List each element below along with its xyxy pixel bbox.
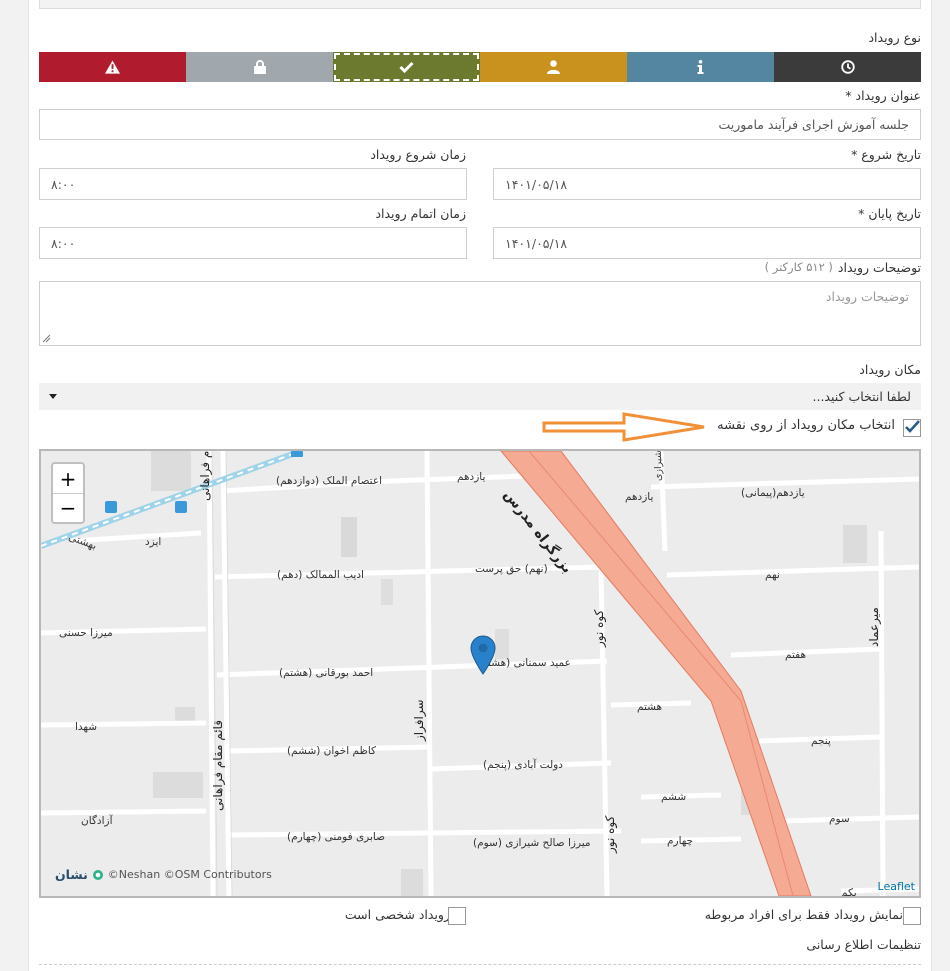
street-label: قائم مقام فراهانی <box>211 720 225 811</box>
caret-down-icon <box>49 394 57 399</box>
event-type-done[interactable] <box>333 52 480 82</box>
street-label: میرزا صالح شیرازی (سوم) <box>473 837 591 849</box>
leaflet-link[interactable]: Leaflet <box>878 880 915 893</box>
street-label: پنجم <box>811 735 831 747</box>
map[interactable]: اعتصام الملک (دوازدهم) یازدهم یازدهم یاز… <box>39 449 921 898</box>
clock-icon <box>840 60 855 74</box>
map-zoom-control: + − <box>51 462 85 524</box>
street-label: سوم <box>829 813 850 825</box>
street-label: احمد بورقانی (هشتم) <box>279 667 374 679</box>
previous-field-stub <box>39 0 921 9</box>
neshan-logo-icon <box>92 869 103 880</box>
event-title-input[interactable]: جلسه آموزش اجرای فرآیند ماموریت <box>39 109 921 140</box>
street-label: کاظم اخوان (ششم) <box>287 745 377 757</box>
street-label: یازدهم <box>625 491 654 503</box>
event-type-time[interactable] <box>774 52 921 82</box>
location-select[interactable]: لطفا انتخاب کنید... <box>39 383 921 410</box>
street-label: یازدهم <box>457 471 486 483</box>
street-label: شیرازی <box>653 450 664 481</box>
start-time-input[interactable]: ۸:۰۰ <box>39 168 467 200</box>
show-related-only-checkbox[interactable] <box>903 907 921 925</box>
description-placeholder: توضیحات رویداد <box>825 289 909 304</box>
start-date-value: ۱۴۰۱/۰۵/۱۸ <box>505 176 568 192</box>
attribution-text: ©Neshan ©OSM Contributors <box>107 868 272 881</box>
show-related-only-label: نمایش رویداد فقط برای افراد مربوطه <box>704 907 903 922</box>
start-time-value: ۸:۰۰ <box>51 176 76 192</box>
street-label: میرزا حسنی <box>59 627 113 639</box>
personal-event-label: رویداد شخصی است <box>344 907 450 922</box>
start-date-input[interactable]: ۱۴۰۱/۰۵/۱۸ <box>493 168 921 200</box>
start-date-label: تاریخ شروع * <box>851 147 921 162</box>
description-label-row: توضیحات رویداد ( ۵۱۲ کارکتر ) <box>765 260 921 275</box>
street-label: (نهم) حق پرست <box>475 563 548 575</box>
notification-settings-label: تنظیمات اطلاع رسانی <box>806 937 921 952</box>
neshan-logo: نشان <box>55 867 88 882</box>
event-title-value: جلسه آموزش اجرای فرآیند ماموریت <box>718 117 910 132</box>
zoom-out-button[interactable]: − <box>53 493 83 522</box>
street-label: نهم <box>765 569 780 581</box>
end-time-input[interactable]: ۸:۰۰ <box>39 227 467 259</box>
street-label: ششم <box>661 791 687 803</box>
street-label: شهدا <box>75 721 98 733</box>
end-date-input[interactable]: ۱۴۰۱/۰۵/۱۸ <box>493 227 921 259</box>
street-label: آزادگان <box>81 815 113 827</box>
street-label: دولت آبادی (پنجم) <box>483 759 563 771</box>
event-type-danger[interactable] <box>39 52 186 82</box>
zoom-in-button[interactable]: + <box>53 464 83 493</box>
map-marker-icon[interactable] <box>470 635 496 675</box>
check-icon <box>905 420 920 433</box>
location-label: مکان رویداد <box>859 362 921 377</box>
event-type-private[interactable] <box>186 52 333 82</box>
map-select-checkbox[interactable] <box>903 419 921 437</box>
street-label: ایزد <box>145 536 162 548</box>
arrow-annotation-icon <box>542 412 705 442</box>
start-time-label: زمان شروع رویداد <box>370 147 466 162</box>
street-label: سرافراز <box>412 699 426 742</box>
description-label: توضیحات رویداد <box>837 260 921 275</box>
event-type-info[interactable] <box>627 52 774 82</box>
end-time-label: زمان اتمام رویداد <box>375 206 466 221</box>
event-title-label: عنوان رویداد * <box>845 88 921 103</box>
event-type-selector <box>39 52 921 82</box>
divider <box>39 964 921 965</box>
street-label: کوه نور <box>592 609 606 647</box>
end-time-value: ۸:۰۰ <box>51 235 76 251</box>
event-type-label: نوع رویداد <box>868 30 921 45</box>
info-icon <box>697 60 704 74</box>
map-attribution: نشان ©Neshan ©OSM Contributors <box>55 867 272 882</box>
description-textarea[interactable]: توضیحات رویداد <box>39 281 921 346</box>
resize-grip-icon[interactable] <box>42 334 51 343</box>
street-label: هفتم <box>785 649 807 661</box>
description-hint: ( ۵۱۲ کارکتر ) <box>764 260 833 274</box>
map-select-label: انتخاب مکان رویداد از روی نقشه <box>717 418 895 433</box>
street-label: میرعماد <box>867 607 881 647</box>
personal-event-checkbox[interactable] <box>448 907 466 925</box>
street-label: هشتم <box>637 701 663 713</box>
check-icon <box>399 61 414 73</box>
street-label: قائم مقام فراهانی <box>198 449 212 501</box>
lock-icon <box>253 60 266 74</box>
location-select-value: لطفا انتخاب کنید... <box>812 389 912 404</box>
street-label: چهارم <box>667 835 694 847</box>
event-type-person[interactable] <box>480 52 627 82</box>
end-date-value: ۱۴۰۱/۰۵/۱۸ <box>505 235 568 251</box>
street-label: اعتصام الملک (دوازدهم) <box>276 475 383 487</box>
warning-icon <box>105 60 120 74</box>
end-date-label: تاریخ پایان * <box>858 206 921 221</box>
street-label: کوه نور <box>603 815 617 853</box>
street-label: صابری فومنی (چهارم) <box>287 831 386 843</box>
user-icon <box>547 60 560 74</box>
street-label: یازدهم(پیمانی) <box>741 487 805 499</box>
street-label: بکم <box>841 887 857 898</box>
street-label: ادیب الممالک (دهم) <box>277 569 364 581</box>
